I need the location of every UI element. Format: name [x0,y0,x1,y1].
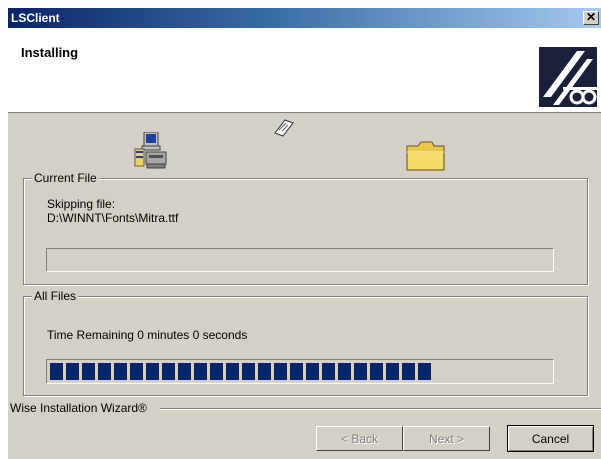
wizard-brand-label: Wise Installation Wizard® [10,401,149,415]
all-files-legend: All Files [32,289,79,303]
status-label: Skipping file: [47,197,116,211]
flying-paper-icon [274,119,294,137]
installer-window: LSClient ✕ Installing Current File Skipp… [8,8,601,459]
window-title: LSClient [11,11,60,25]
folder-icon [406,141,445,171]
title-bar[interactable]: LSClient ✕ [8,8,601,28]
back-button[interactable]: < Back [316,426,403,451]
current-file-progress-bar [46,248,554,272]
cancel-button[interactable]: Cancel [507,425,594,452]
separator-line [160,408,601,410]
header-panel: Installing [8,28,601,113]
wise-logo-icon [539,47,597,107]
file-path: D:\WINNT\Fonts\Mitra.ttf [47,211,179,225]
progress-fill [50,363,431,380]
page-title: Installing [21,45,79,60]
all-files-progress-bar [46,359,554,384]
computer-icon [134,132,167,169]
next-button[interactable]: Next > [403,426,490,451]
current-file-legend: Current File [32,171,99,185]
close-icon[interactable]: ✕ [583,11,599,25]
time-remaining-text: Time Remaining 0 minutes 0 seconds [47,328,248,342]
